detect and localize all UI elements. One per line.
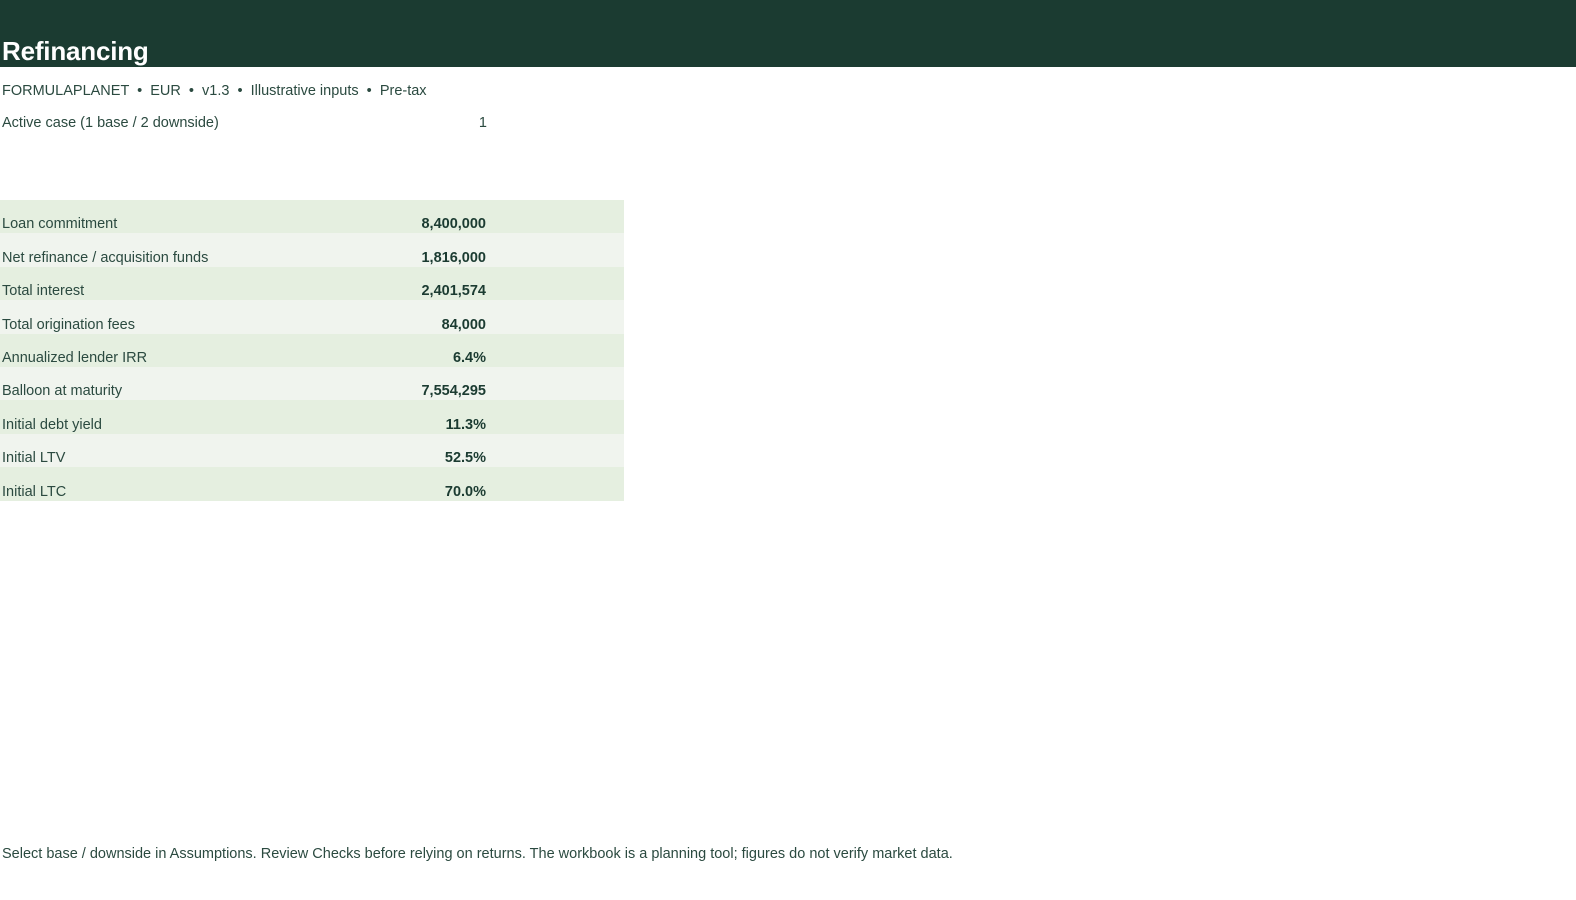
summary-label: Annualized lender IRR	[2, 349, 148, 366]
summary-value[interactable]: 7,554,295	[300, 383, 486, 399]
summary-label: Initial LTV	[2, 450, 66, 467]
meta-line: FORMULAPLANET • EUR • v1.3 • Illustrativ…	[2, 83, 427, 99]
summary-value[interactable]: 6.4%	[300, 350, 486, 366]
footer-note: Select base / downside in Assumptions. R…	[2, 846, 953, 862]
summary-value[interactable]: 8,400,000	[300, 216, 486, 232]
summary-label: Balloon at maturity	[2, 383, 123, 400]
header-band: Refinancing	[0, 0, 1576, 67]
summary-label: Total origination fees	[2, 316, 135, 333]
summary-value[interactable]: 11.3%	[300, 417, 486, 433]
summary-row-ltc: Initial LTC 70.0%	[0, 467, 624, 501]
summary-row-loan-commitment: Loan commitment 8,400,000	[0, 200, 624, 234]
page-title: Refinancing	[2, 36, 149, 66]
summary-value[interactable]: 52.5%	[300, 450, 486, 466]
summary-label: Loan commitment	[2, 216, 118, 233]
summary-value[interactable]: 84,000	[300, 317, 486, 333]
summary-label: Net refinance / acquisition funds	[2, 249, 209, 266]
summary-row-ltv: Initial LTV 52.5%	[0, 433, 624, 468]
active-case-value[interactable]: 1	[479, 115, 487, 131]
summary-value[interactable]: 1,816,000	[300, 250, 486, 266]
summary-row-balloon: Balloon at maturity 7,554,295	[0, 366, 624, 401]
active-case-row: Active case (1 base / 2 downside) 1	[0, 114, 490, 134]
summary-row-total-interest: Total interest 2,401,574	[0, 266, 624, 301]
summary-value[interactable]: 70.0%	[300, 484, 486, 500]
summary-row-net-refinance: Net refinance / acquisition funds 1,816,…	[0, 233, 624, 267]
summary-row-origination-fees: Total origination fees 84,000	[0, 300, 624, 334]
summary-row-lender-irr: Annualized lender IRR 6.4%	[0, 333, 624, 367]
summary-table: Loan commitment 8,400,000 Net refinance …	[0, 200, 624, 501]
summary-row-debt-yield: Initial debt yield 11.3%	[0, 400, 624, 434]
summary-label: Initial debt yield	[2, 416, 102, 433]
summary-label: Initial LTC	[2, 483, 67, 500]
active-case-label: Active case (1 base / 2 downside)	[2, 115, 219, 131]
summary-value[interactable]: 2,401,574	[300, 283, 486, 299]
summary-label: Total interest	[2, 283, 85, 300]
